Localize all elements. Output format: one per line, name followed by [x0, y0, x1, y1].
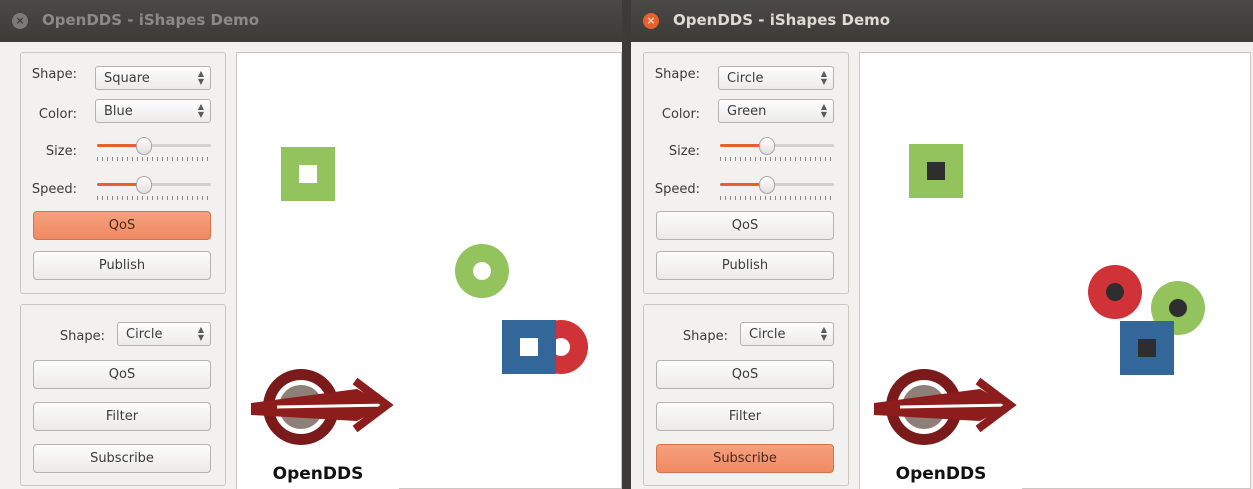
publish-button[interactable]: Publish — [656, 251, 834, 280]
shape-select[interactable]: Square ▲ ▼ — [95, 66, 211, 90]
window-title: OpenDDS - iShapes Demo — [673, 11, 891, 29]
subscriber-panel: Shape: Circle ▲ ▼ QoS Filter Subscribe — [643, 304, 849, 486]
opendds-logo-icon — [874, 369, 1017, 445]
green-square-shape — [909, 144, 963, 198]
size-slider-handle[interactable] — [759, 137, 775, 155]
speed-slider[interactable] — [97, 176, 211, 206]
color-label: Color: — [38, 107, 77, 122]
size-label: Size: — [45, 144, 77, 159]
publish-button[interactable]: Publish — [33, 251, 211, 280]
window-left: × OpenDDS - iShapes Demo Shape: Square ▲… — [0, 0, 622, 489]
green-square-shape — [281, 147, 335, 201]
speed-label: Speed: — [31, 182, 77, 197]
subscribe-button[interactable]: Subscribe — [656, 444, 834, 473]
subscriber-qos-button[interactable]: QoS — [33, 360, 211, 389]
slider-ticks — [720, 157, 834, 161]
red-circle-shape — [1088, 265, 1142, 319]
spin-arrows-icon: ▲ ▼ — [820, 69, 827, 86]
green-circle-shape — [455, 244, 509, 298]
spin-arrows-icon: ▲ ▼ — [820, 325, 827, 342]
sub-shape-label: Shape: — [682, 329, 728, 344]
window-right: × OpenDDS - iShapes Demo Shape: Circle ▲… — [631, 0, 1253, 489]
opendds-logo: OpenDDS — [237, 355, 399, 489]
shape-label: Shape: — [31, 67, 77, 82]
slider-ticks — [720, 196, 834, 200]
shapes-canvas[interactable]: OpenDDS — [859, 52, 1251, 489]
publisher-panel: Shape: Square ▲ ▼ Color: Blue ▲ ▼ Size: Sp… — [20, 52, 226, 294]
color-label: Color: — [661, 107, 700, 122]
sub-shape-label: Shape: — [59, 329, 105, 344]
size-slider[interactable] — [720, 137, 834, 167]
subscriber-qos-button[interactable]: QoS — [656, 360, 834, 389]
sub-shape-select[interactable]: Circle ▲ ▼ — [740, 322, 834, 346]
size-slider-handle[interactable] — [136, 137, 152, 155]
publisher-qos-button[interactable]: QoS — [33, 211, 211, 240]
close-icon[interactable]: × — [643, 13, 659, 29]
publisher-qos-button[interactable]: QoS — [656, 211, 834, 240]
window-title: OpenDDS - iShapes Demo — [42, 11, 260, 29]
subscriber-panel: Shape: Circle ▲ ▼ QoS Filter Subscribe — [20, 304, 226, 486]
sub-shape-select[interactable]: Circle ▲ ▼ — [117, 322, 211, 346]
publisher-panel: Shape: Circle ▲ ▼ Color: Green ▲ ▼ Size: S… — [643, 52, 849, 294]
speed-label: Speed: — [654, 182, 700, 197]
shapes-canvas[interactable]: OpenDDS — [236, 52, 622, 489]
size-slider[interactable] — [97, 137, 211, 167]
spin-arrows-icon: ▲ ▼ — [820, 102, 827, 119]
spin-arrows-icon: ▲ ▼ — [197, 325, 204, 342]
shape-select-value: Circle — [727, 71, 764, 86]
title-bar: × OpenDDS - iShapes Demo — [0, 0, 622, 42]
slider-ticks — [97, 157, 211, 161]
filter-button[interactable]: Filter — [33, 402, 211, 431]
color-select[interactable]: Blue ▲ ▼ — [95, 99, 211, 123]
spin-arrows-icon: ▲ ▼ — [197, 102, 204, 119]
shape-select-value: Square — [104, 71, 150, 86]
speed-slider-handle[interactable] — [136, 176, 152, 194]
sub-shape-select-value: Circle — [126, 327, 163, 342]
opendds-logo: OpenDDS — [860, 355, 1022, 489]
size-label: Size: — [668, 144, 700, 159]
subscribe-button[interactable]: Subscribe — [33, 444, 211, 473]
slider-ticks — [97, 196, 211, 200]
color-select-value: Blue — [104, 104, 133, 119]
color-select-value: Green — [727, 104, 767, 119]
blue-square-shape — [502, 320, 556, 374]
logo-text: OpenDDS — [272, 464, 364, 484]
logo-text: OpenDDS — [895, 464, 987, 484]
sub-shape-select-value: Circle — [749, 327, 786, 342]
title-bar: × OpenDDS - iShapes Demo — [631, 0, 1253, 42]
shape-label: Shape: — [654, 67, 700, 82]
opendds-logo-icon — [251, 369, 394, 445]
close-icon[interactable]: × — [12, 13, 28, 29]
color-select[interactable]: Green ▲ ▼ — [718, 99, 834, 123]
shape-select[interactable]: Circle ▲ ▼ — [718, 66, 834, 90]
speed-slider[interactable] — [720, 176, 834, 206]
speed-slider-handle[interactable] — [759, 176, 775, 194]
spin-arrows-icon: ▲ ▼ — [197, 69, 204, 86]
blue-square-shape — [1120, 321, 1174, 375]
filter-button[interactable]: Filter — [656, 402, 834, 431]
